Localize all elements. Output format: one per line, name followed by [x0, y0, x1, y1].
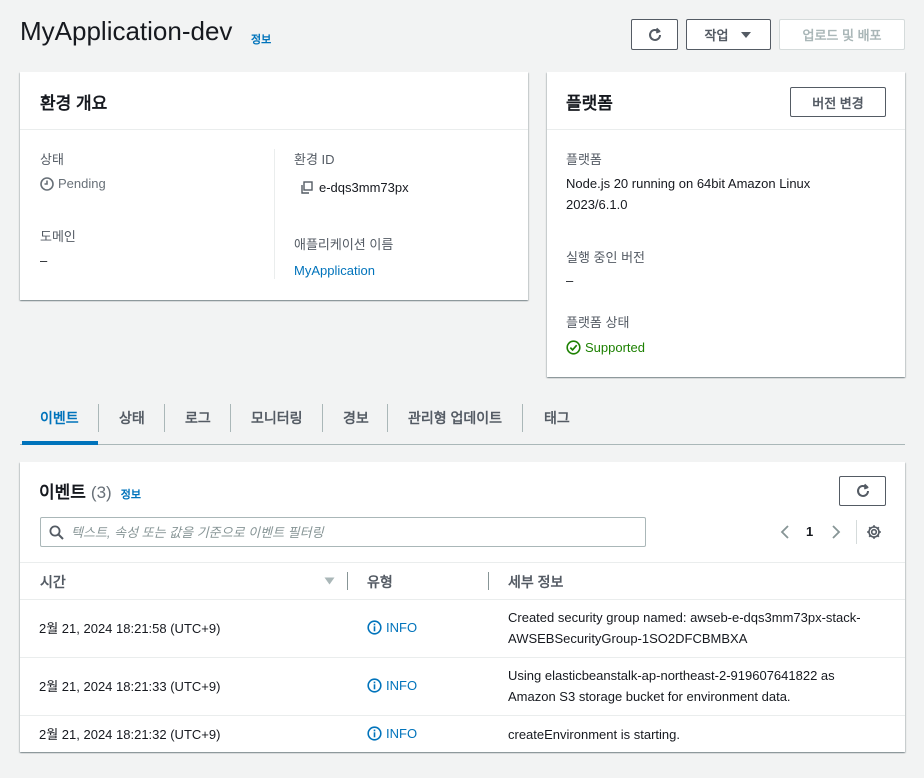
column-header-time[interactable]: 시간: [40, 572, 66, 592]
refresh-icon: [856, 483, 869, 497]
check-circle-icon: [566, 340, 581, 355]
event-details-line2: Amazon S3 storage bucket for environment…: [508, 689, 791, 704]
refresh-icon: [648, 27, 661, 41]
platform-panel: 플랫폼 버전 변경 플랫폼 Node.js 20 running on 64bi…: [547, 72, 905, 377]
env-id-text: e-dqs3mm73px: [319, 180, 409, 195]
status-label: 상태: [40, 152, 64, 167]
change-version-button[interactable]: 버전 변경: [790, 87, 886, 117]
events-info-link[interactable]: 정보: [121, 486, 141, 502]
environment-overview-panel: 환경 개요 상태 Pending 도메인 – 환경 ID e-dqs3mm73p…: [20, 72, 528, 300]
tab-tags[interactable]: 태그: [544, 408, 570, 428]
refresh-button[interactable]: [631, 19, 678, 50]
event-details-line1: Created security group named: awseb-e-dq…: [508, 610, 861, 625]
event-details-line1: createEnvironment is starting.: [508, 727, 680, 742]
event-type-text: INFO: [386, 678, 418, 693]
info-circle-icon: [367, 620, 382, 635]
active-tab-indicator: [22, 441, 98, 445]
events-title: 이벤트: [39, 483, 86, 502]
status-value: Pending: [40, 176, 106, 191]
event-type-text: INFO: [386, 726, 418, 741]
app-name-label: 애플리케이션 이름: [294, 237, 394, 252]
page-number[interactable]: 1: [806, 524, 813, 539]
event-time: 2월 21, 2024 18:21:32 (UTC+9): [39, 727, 221, 742]
clock-icon: [40, 176, 54, 191]
platform-title: 플랫폼: [566, 94, 613, 113]
tab-monitoring[interactable]: 모니터링: [251, 408, 303, 428]
platform-value-line2: 2023/6.1.0: [566, 197, 628, 212]
tab-alarms[interactable]: 경보: [343, 408, 369, 428]
platform-value-line1: Node.js 20 running on 64bit Amazon Linux: [566, 176, 811, 191]
tab-events[interactable]: 이벤트: [40, 408, 79, 428]
event-details-line2: AWSEBSecurityGroup-1SO2DFCBMBXA: [508, 631, 748, 646]
event-time: 2월 21, 2024 18:21:33 (UTC+9): [39, 679, 221, 694]
events-heading: 이벤트 (3) 정보: [39, 478, 141, 503]
chevron-right-icon[interactable]: [831, 525, 841, 539]
platform-status-text: Supported: [585, 340, 645, 355]
tab-managed-updates[interactable]: 관리형 업데이트: [408, 408, 502, 428]
running-version-value: –: [566, 273, 574, 288]
events-search-box[interactable]: [40, 517, 646, 547]
env-id-value: e-dqs3mm73px: [300, 180, 409, 195]
domain-label: 도메인: [40, 229, 76, 244]
actions-label: 작업: [704, 28, 729, 43]
env-id-label: 환경 ID: [294, 152, 335, 167]
event-type: INFO: [367, 620, 417, 635]
event-time: 2월 21, 2024 18:21:58 (UTC+9): [39, 621, 221, 636]
page-title: MyApplication-dev: [20, 16, 233, 46]
platform-status-value: Supported: [566, 340, 645, 355]
events-search-input[interactable]: [71, 523, 631, 541]
event-details-line1: Using elasticbeanstalk-ap-northeast-2-91…: [508, 668, 835, 683]
status-text: Pending: [58, 176, 106, 191]
search-icon: [49, 525, 64, 540]
column-header-type[interactable]: 유형: [367, 572, 393, 592]
chevron-left-icon[interactable]: [780, 525, 790, 539]
info-circle-icon: [367, 678, 382, 693]
events-refresh-button[interactable]: [839, 476, 886, 506]
gear-icon[interactable]: [866, 524, 882, 540]
platform-status-label: 플랫폼 상태: [566, 315, 630, 330]
sort-down-icon[interactable]: [324, 577, 335, 585]
domain-value: –: [40, 253, 48, 268]
title-info-link[interactable]: 정보: [251, 31, 271, 47]
tab-logs[interactable]: 로그: [185, 408, 211, 428]
event-type: INFO: [367, 726, 417, 741]
caret-down-icon: [741, 31, 752, 38]
overview-title: 환경 개요: [40, 94, 108, 113]
actions-dropdown-button[interactable]: 작업: [686, 19, 771, 50]
running-version-label: 실행 중인 버전: [566, 250, 645, 265]
event-type-text: INFO: [386, 620, 418, 635]
info-circle-icon: [367, 726, 382, 741]
column-header-details[interactable]: 세부 정보: [508, 572, 563, 592]
platform-label: 플랫폼: [566, 152, 602, 167]
copy-icon[interactable]: [300, 181, 313, 194]
tab-health[interactable]: 상태: [119, 408, 145, 428]
events-count: (3): [90, 483, 112, 502]
app-name-link[interactable]: MyApplication: [294, 263, 375, 278]
event-type: INFO: [367, 678, 417, 693]
upload-deploy-button[interactable]: 업로드 및 배포: [779, 19, 905, 50]
